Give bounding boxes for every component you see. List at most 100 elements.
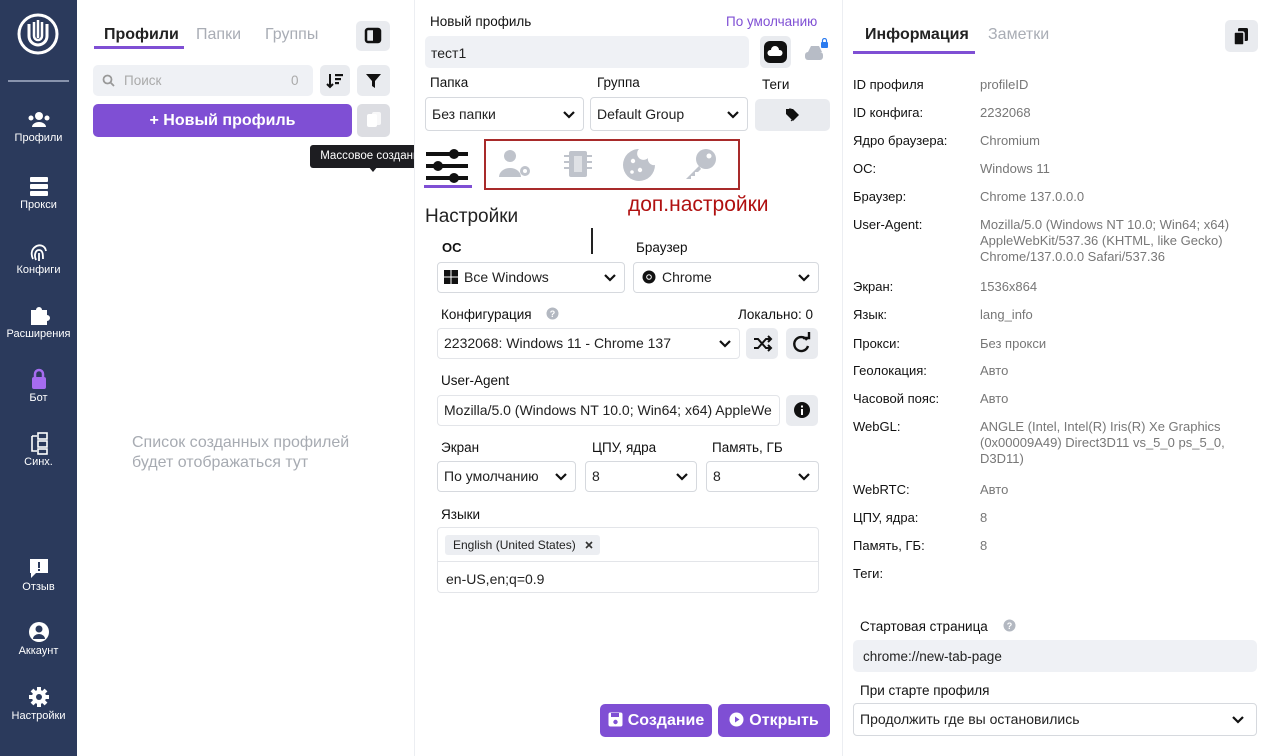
profile-name-input[interactable]: тест1 <box>425 36 749 68</box>
info-value-user-agent: Mozilla/5.0 (Windows NT 10.0; Win64; x64… <box>980 217 1230 264</box>
shuffle-config-button[interactable] <box>746 328 778 359</box>
server-icon <box>29 177 48 196</box>
new-profile-button[interactable]: + Новый профиль <box>93 104 352 137</box>
main-nav: Профили Прокси Конфиги Расширения Бот Си… <box>0 0 77 756</box>
languages-box[interactable]: English (United States) en-US,en;q=0.9 <box>437 527 819 593</box>
info-value-memory: 8 <box>980 538 988 553</box>
chevron-down-icon <box>604 274 616 282</box>
search-placeholder: Поиск <box>124 73 162 88</box>
filter-icon <box>366 74 381 88</box>
windows-icon <box>444 270 458 284</box>
cpu-icon[interactable] <box>560 146 596 182</box>
info-value-webrtc: Авто <box>980 482 1009 497</box>
browser-select[interactable]: Chrome <box>633 262 819 293</box>
start-page-input[interactable]: chrome://new-tab-page <box>853 640 1257 672</box>
nav-item-account[interactable]: Аккаунт <box>0 620 77 658</box>
tab-underline <box>94 46 184 49</box>
feedback-icon <box>29 559 48 578</box>
play-icon <box>729 712 744 727</box>
nav-label: Настройки <box>11 710 66 722</box>
tags-label: Теги <box>762 77 790 92</box>
close-icon[interactable] <box>585 541 593 549</box>
ua-input[interactable]: Mozilla/5.0 (Windows NT 10.0; Win64; x64… <box>437 395 780 426</box>
sort-icon <box>326 74 343 89</box>
tags-button[interactable] <box>755 99 830 131</box>
tab-folders[interactable]: Папки <box>196 26 241 44</box>
shuffle-icon <box>754 335 773 352</box>
info-key-config-id: ID конфига: <box>853 105 924 120</box>
key-icon[interactable] <box>680 146 720 184</box>
nav-label: Расширения <box>6 328 71 340</box>
ua-input-value: Mozilla/5.0 (Windows NT 10.0; Win64; x64… <box>444 402 772 418</box>
nav-item-sync[interactable]: Синх. <box>0 431 77 469</box>
chevron-down-icon <box>798 473 810 481</box>
browser-select-value: Chrome <box>662 269 712 285</box>
browser-label: Браузер <box>636 240 688 255</box>
info-value-screen: 1536x864 <box>980 279 1038 294</box>
nav-label: Конфиги <box>16 264 61 276</box>
os-select-value: Все Windows <box>464 269 549 285</box>
tags-icon <box>786 108 799 122</box>
open-button-label: Открыть <box>749 712 819 729</box>
advanced-settings-annotation: доп.настройки <box>628 193 769 216</box>
help-icon[interactable]: ? <box>546 307 559 320</box>
info-key-browser: Браузер: <box>853 189 907 204</box>
nav-item-settings[interactable]: Настройки <box>0 685 77 723</box>
folder-select[interactable]: Без папки <box>425 97 584 131</box>
tab-profiles[interactable]: Профили <box>104 26 179 44</box>
tooltip-arrow <box>368 166 378 172</box>
nav-item-extensions[interactable]: Расширения <box>0 303 77 341</box>
save-icon <box>608 712 623 727</box>
nav-item-bot[interactable]: Бот <box>0 367 77 405</box>
tab-notes[interactable]: Заметки <box>988 26 1049 44</box>
info-tab-underline <box>853 51 975 54</box>
folder-select-value: Без папки <box>432 106 496 122</box>
group-select[interactable]: Default Group <box>590 97 748 131</box>
lock-icon <box>31 368 46 389</box>
nav-item-proxy[interactable]: Прокси <box>0 174 77 212</box>
config-select[interactable]: 2232068: Windows 11 - Chrome 137 <box>437 328 740 359</box>
copy-info-button[interactable] <box>1225 20 1258 52</box>
nav-item-feedback[interactable]: Отзыв <box>0 556 77 594</box>
screen-select[interactable]: По умолчанию <box>437 461 576 492</box>
os-select[interactable]: Все Windows <box>437 262 625 293</box>
group-label: Группа <box>597 75 640 90</box>
panel-toggle-button[interactable] <box>356 21 390 51</box>
info-key-os: ОС: <box>853 161 877 176</box>
cloud-button[interactable] <box>760 36 791 68</box>
memory-select[interactable]: 8 <box>706 461 819 492</box>
search-input[interactable]: Поиск 0 <box>93 65 313 96</box>
account-icon <box>28 622 49 642</box>
ua-info-button[interactable] <box>786 395 818 426</box>
filter-button[interactable] <box>357 65 390 96</box>
sort-button[interactable] <box>320 65 350 96</box>
nav-item-configs[interactable]: Конфиги <box>0 239 77 277</box>
search-icon <box>102 74 115 87</box>
cpu-select[interactable]: 8 <box>585 461 697 492</box>
cloud-icon <box>764 41 787 63</box>
user-settings-icon[interactable] <box>497 147 535 181</box>
bulk-create-button[interactable] <box>357 104 390 137</box>
chevron-down-icon <box>1232 716 1244 724</box>
nav-label: Профили <box>14 132 63 144</box>
nav-item-profiles[interactable]: Профили <box>0 107 77 145</box>
nav-label: Синх. <box>24 456 53 468</box>
create-button[interactable]: Создание <box>600 704 712 737</box>
refresh-config-button[interactable] <box>786 328 818 359</box>
cookie-icon[interactable] <box>620 146 658 184</box>
users-icon <box>28 112 49 127</box>
nav-label: Прокси <box>20 199 57 211</box>
local-storage-icon[interactable] <box>802 38 830 66</box>
help-icon[interactable]: ? <box>1003 619 1016 632</box>
default-link[interactable]: По умолчанию <box>726 14 817 29</box>
open-button[interactable]: Открыть <box>718 704 830 737</box>
on-start-select[interactable]: Продолжить где вы остановились <box>853 703 1257 736</box>
text-cursor <box>591 228 593 254</box>
tab-groups[interactable]: Группы <box>265 26 318 44</box>
tab-info[interactable]: Информация <box>865 26 969 44</box>
sliders-icon[interactable] <box>424 146 472 186</box>
svg-text:?: ? <box>550 309 556 319</box>
info-value-os: Windows 11 <box>980 161 1050 176</box>
panel-icon <box>364 27 382 44</box>
cpu-label: ЦПУ, ядра <box>592 440 657 455</box>
